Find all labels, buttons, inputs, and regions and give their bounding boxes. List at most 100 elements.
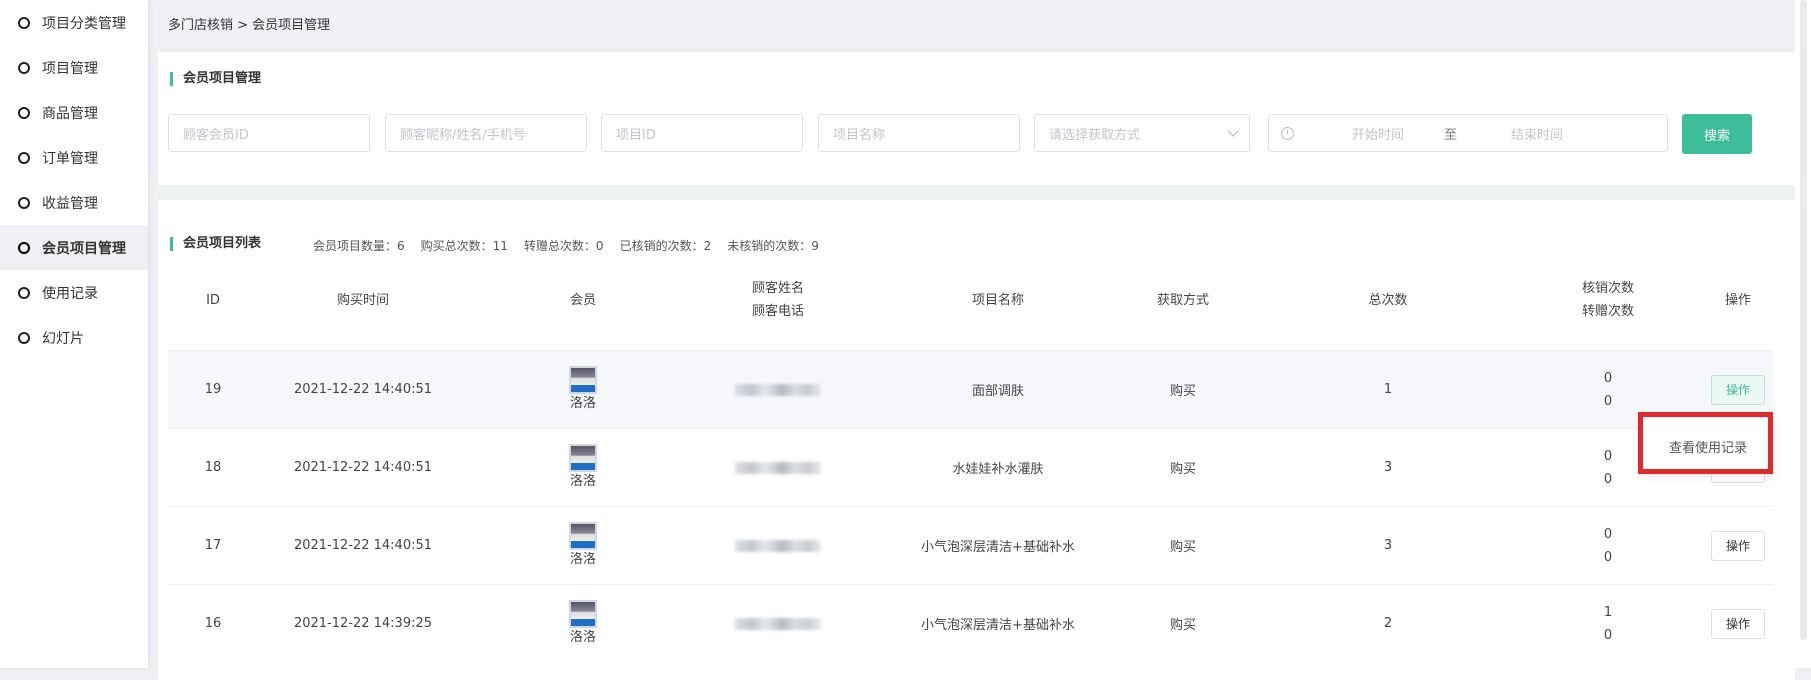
row-id: 16 (204, 616, 222, 631)
col-op: 操作 (1724, 292, 1751, 308)
sidebar-item-label: 会员项目管理 (42, 240, 126, 257)
row-buy-time: 2021-12-22 14:40:51 (293, 538, 433, 553)
range-separator: 至 (1444, 127, 1458, 143)
row-id: 19 (204, 382, 222, 397)
row-counts: 1 0 (1563, 585, 1653, 662)
member-name: 洛洛 (569, 474, 596, 489)
row-acquire: 购买 (1169, 618, 1196, 633)
avatar (569, 600, 597, 628)
row-buy-time: 2021-12-22 14:39:25 (293, 616, 433, 631)
row-member: 洛洛 (548, 585, 618, 662)
sidebar-item-projects[interactable]: 项目管理 (0, 45, 148, 90)
row-customer (728, 429, 828, 506)
highlight-box (1638, 412, 1773, 474)
blurred-customer-info (735, 617, 821, 630)
table-row: 17 2021-12-22 14:40:51 洛洛 小气泡深层清洁+基础补水 购… (168, 506, 1773, 584)
main-content: 多门店核销 > 会员项目管理 会员项目管理 顾客会员ID 顾客昵称/姓名/手机号… (158, 0, 1795, 680)
row-member: 洛洛 (548, 351, 618, 428)
member-id-input[interactable]: 顾客会员ID (168, 114, 370, 152)
row-project-name: 小气泡深层清洁+基础补水 (921, 618, 1075, 633)
row-id: 18 (204, 460, 222, 475)
table-row: 16 2021-12-22 14:39:25 洛洛 小气泡深层清洁+基础补水 购… (168, 584, 1773, 662)
chevron-down-icon (1227, 125, 1239, 137)
search-button[interactable]: 搜索 (1682, 114, 1752, 154)
sidebar-item-category[interactable]: 项目分类管理 (0, 0, 148, 45)
filter-panel: 会员项目管理 顾客会员ID 顾客昵称/姓名/手机号 项目ID 项目名称 请选择获… (158, 52, 1795, 185)
row-transfer-count: 0 (1603, 471, 1613, 487)
blurred-customer-info (735, 383, 821, 396)
acquire-method-select[interactable]: 请选择获取方式 (1034, 114, 1250, 152)
blurred-customer-info (735, 461, 821, 474)
operate-button[interactable]: 操作 (1711, 530, 1765, 561)
sidebar-item-member-projects[interactable]: 会员项目管理 (0, 225, 148, 270)
project-id-input[interactable]: 项目ID (601, 114, 803, 152)
circle-icon (18, 241, 30, 254)
filter-title: 会员项目管理 (170, 72, 261, 86)
row-project-name: 水娃娃补水灌肤 (952, 462, 1044, 477)
circle-icon (18, 286, 30, 299)
date-range-picker[interactable]: 开始时间 至 结束时间 (1268, 114, 1668, 152)
sidebar-item-label: 收益管理 (42, 195, 98, 212)
scrollbar[interactable] (1795, 0, 1811, 668)
circle-icon (18, 331, 30, 344)
avatar (569, 366, 597, 394)
col-acquire: 获取方式 (1156, 292, 1209, 308)
sidebar-item-label: 订单管理 (42, 150, 98, 167)
row-acquire: 购买 (1169, 540, 1196, 555)
name-phone-input[interactable]: 顾客昵称/姓名/手机号 (385, 114, 587, 152)
scrollbar-thumb[interactable] (1800, 0, 1807, 640)
avatar (569, 522, 597, 550)
col-verify-count: 核销次数 (1581, 281, 1634, 296)
row-project-name: 面部调肤 (971, 384, 1024, 399)
row-acquire: 购买 (1169, 384, 1196, 399)
project-name-input[interactable]: 项目名称 (818, 114, 1020, 152)
sidebar-item-usage-records[interactable]: 使用记录 (0, 270, 148, 315)
row-op: 操作 (1708, 585, 1768, 662)
col-customer-name: 顾客姓名 (751, 281, 804, 296)
acquire-method-placeholder: 请选择获取方式 (1049, 127, 1141, 143)
sidebar-item-goods[interactable]: 商品管理 (0, 90, 148, 135)
avatar (569, 444, 597, 472)
sidebar-item-slides[interactable]: 幻灯片 (0, 315, 148, 360)
operate-button[interactable]: 操作 (1711, 374, 1765, 405)
circle-icon (18, 151, 30, 164)
row-total: 3 (1383, 538, 1393, 553)
start-time-input[interactable]: 开始时间 (1352, 124, 1404, 143)
row-id: 17 (204, 538, 222, 553)
row-total: 1 (1383, 382, 1393, 397)
col-customer-phone: 顾客电话 (751, 304, 804, 319)
member-name: 洛洛 (569, 630, 596, 645)
row-transfer-count: 0 (1603, 627, 1613, 643)
sidebar-item-orders[interactable]: 订单管理 (0, 135, 148, 180)
col-id: ID (206, 292, 220, 308)
row-transfer-count: 0 (1603, 393, 1613, 409)
circle-icon (18, 61, 30, 74)
row-customer (728, 351, 828, 428)
row-buy-time: 2021-12-22 14:40:51 (293, 460, 433, 475)
row-verify-count: 0 (1603, 526, 1613, 542)
row-member: 洛洛 (548, 429, 618, 506)
circle-icon (18, 16, 30, 29)
col-total: 总次数 (1368, 292, 1408, 308)
list-title: 会员项目列表 (170, 237, 261, 251)
sidebar-item-revenue[interactable]: 收益管理 (0, 180, 148, 225)
row-customer (728, 585, 828, 662)
col-transfer-count: 转赠次数 (1581, 304, 1634, 319)
end-time-input[interactable]: 结束时间 (1511, 124, 1563, 143)
row-transfer-count: 0 (1603, 549, 1613, 565)
row-verify-count: 1 (1603, 604, 1613, 620)
col-customer: 顾客姓名 顾客电话 (728, 250, 828, 350)
row-buy-time: 2021-12-22 14:40:51 (293, 382, 433, 397)
operate-button[interactable]: 操作 (1711, 608, 1765, 639)
row-op: 操作 (1708, 507, 1768, 584)
breadcrumb: 多门店核销 > 会员项目管理 (168, 18, 331, 33)
sidebar-item-label: 商品管理 (42, 105, 98, 122)
member-name: 洛洛 (569, 552, 596, 567)
table-row: 19 2021-12-22 14:40:51 洛洛 面部调肤 购买 1 0 0 … (168, 350, 1773, 428)
clock-icon (1281, 126, 1294, 140)
col-project-name: 项目名称 (971, 292, 1024, 308)
blurred-customer-info (735, 539, 821, 552)
row-verify-count: 0 (1603, 370, 1613, 386)
member-name: 洛洛 (569, 396, 596, 411)
col-member: 会员 (569, 292, 596, 308)
